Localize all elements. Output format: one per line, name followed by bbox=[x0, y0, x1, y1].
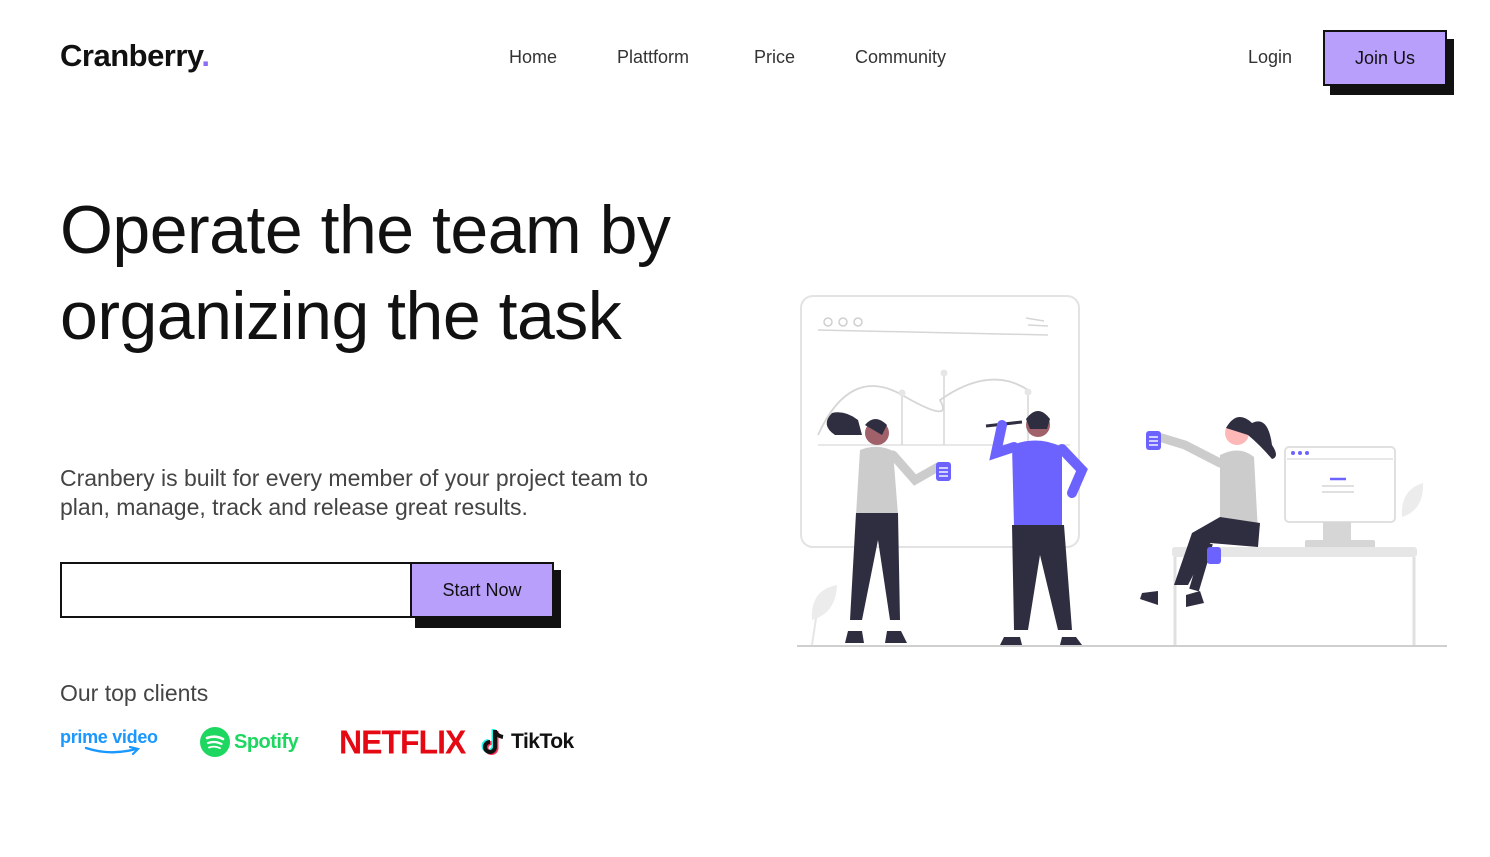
netflix-logo: NETFLIX bbox=[339, 722, 466, 762]
join-us-button[interactable]: Join Us bbox=[1323, 30, 1447, 86]
netflix-text: NETFLIX bbox=[339, 722, 466, 761]
team-illustration bbox=[797, 295, 1447, 647]
start-now-button[interactable]: Start Now bbox=[410, 562, 554, 618]
signup-input[interactable] bbox=[60, 562, 412, 618]
plant-left-icon bbox=[811, 585, 837, 646]
login-link[interactable]: Login bbox=[1248, 47, 1292, 68]
nav-community[interactable]: Community bbox=[855, 47, 946, 68]
spotify-logo: Spotify bbox=[200, 722, 299, 762]
clients-title: Our top clients bbox=[60, 680, 209, 706]
woman-sitting-figure bbox=[1140, 417, 1276, 607]
signup-form: Start Now bbox=[60, 562, 562, 628]
brand-dot: . bbox=[201, 38, 210, 73]
tiktok-icon bbox=[481, 729, 504, 755]
tiktok-logo: TikTok bbox=[480, 722, 574, 762]
nav-home[interactable]: Home bbox=[509, 47, 557, 68]
hero-description: Cranbery is built for every member of yo… bbox=[60, 465, 649, 520]
amazon-smile-icon bbox=[84, 746, 141, 756]
brand-logo[interactable]: Cranberry. bbox=[60, 38, 210, 74]
nav-plattform[interactable]: Plattform bbox=[617, 47, 689, 68]
tiktok-text: TikTok bbox=[511, 730, 574, 753]
client-logos: prime video Spotify NETFLIX TikTok bbox=[60, 722, 600, 762]
spotify-icon bbox=[200, 727, 230, 757]
brand-name: Cranberry bbox=[60, 38, 202, 73]
join-us-container: Join Us bbox=[1323, 30, 1454, 95]
prime-video-logo: prime video bbox=[60, 722, 160, 762]
prime-video-text: prime video bbox=[60, 727, 158, 747]
hero-title: Operate the team by organizing the task bbox=[60, 192, 671, 354]
nav-price[interactable]: Price bbox=[754, 47, 795, 68]
spotify-text: Spotify bbox=[234, 730, 299, 753]
